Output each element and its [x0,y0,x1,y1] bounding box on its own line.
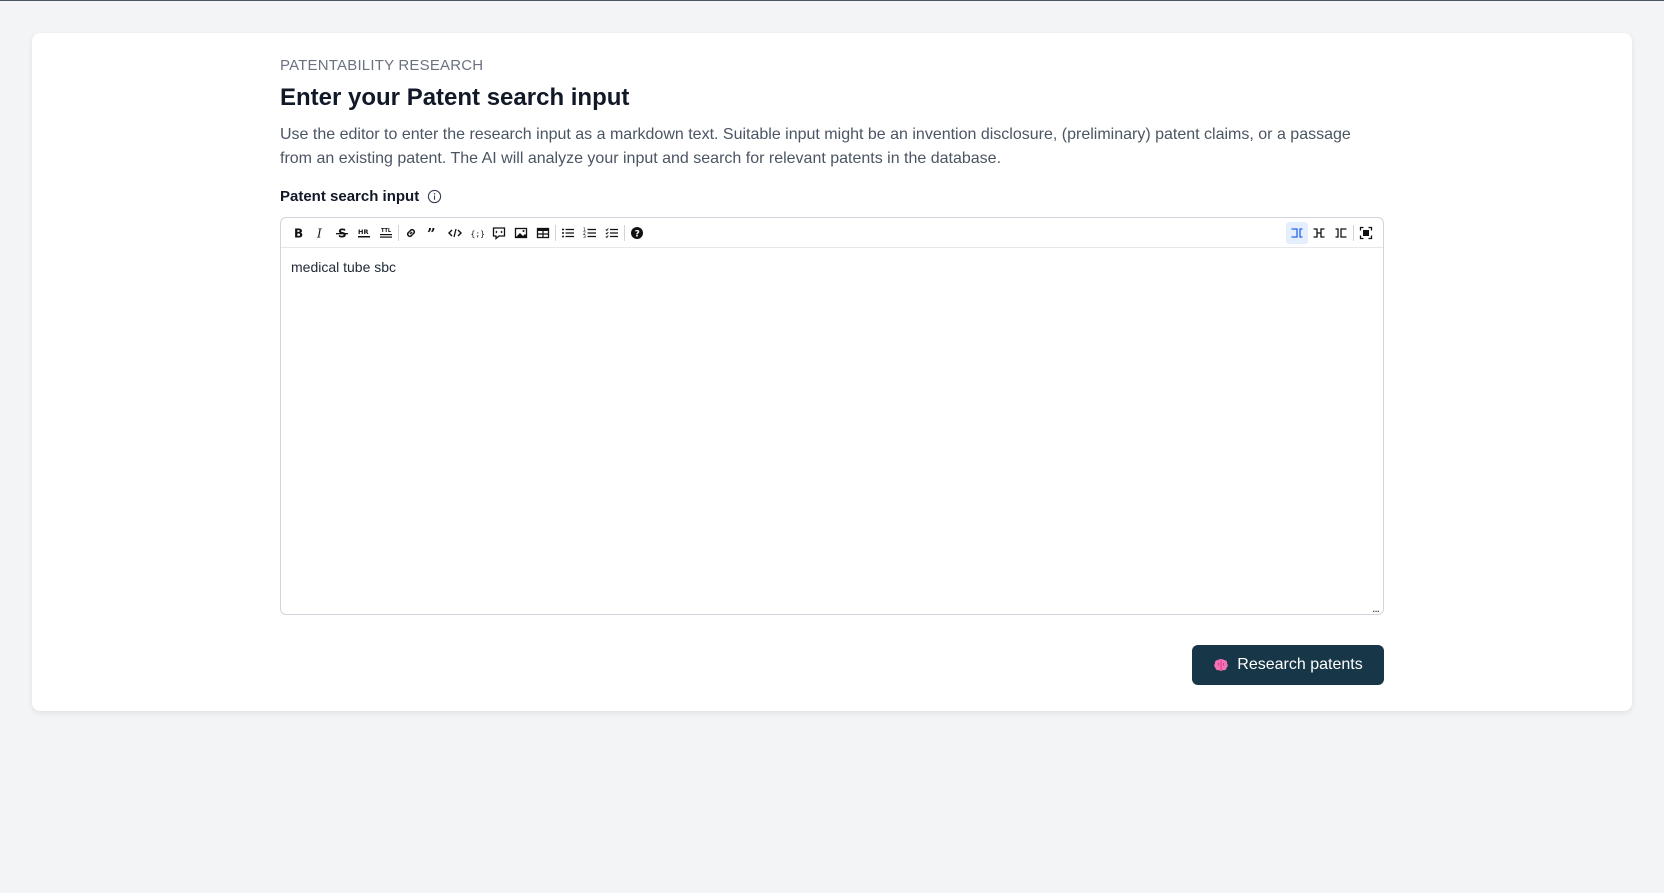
svg-text:HR: HR [358,228,368,236]
comment-icon[interactable] [488,222,510,244]
svg-text:?: ? [635,229,640,239]
svg-text:3: 3 [583,234,586,240]
page-title: Enter your Patent search input [280,84,630,111]
horizontal-rule-icon[interactable]: HR [353,222,375,244]
action-row: Research patents [280,645,1384,685]
research-patents-button[interactable]: Research patents [1192,645,1384,685]
svg-text:”: ” [427,226,436,240]
info-circle-icon[interactable] [427,189,442,204]
research-card: PATENTABILITY RESEARCH Enter your Patent… [32,33,1632,711]
ordered-list-icon[interactable]: 123 [579,222,601,244]
live-mode-icon[interactable] [1308,222,1330,244]
italic-icon[interactable]: I [309,222,331,244]
table-icon[interactable] [532,222,554,244]
svg-text:TTL: TTL [381,228,392,234]
page-description: Use the editor to enter the research inp… [280,126,1351,167]
quote-icon[interactable]: ” [422,222,444,244]
svg-text:{;}: {;} [471,229,485,238]
field-label-row: Patent search input [280,185,1384,207]
strikethrough-icon[interactable]: S [331,222,353,244]
code-block-icon[interactable]: {;} [466,222,488,244]
preview-mode-icon[interactable] [1330,222,1352,244]
toolbar-separator [555,224,556,241]
fullscreen-icon[interactable] [1355,222,1377,244]
toolbar-separator [624,224,625,241]
research-patents-label: Research patents [1237,656,1363,673]
patent-search-input-label: Patent search input [280,187,420,205]
svg-text:I: I [316,226,322,240]
research-form: PATENTABILITY RESEARCH Enter your Patent… [280,57,1384,685]
title-icon[interactable]: TTL [375,222,397,244]
toolbar-separator [398,224,399,241]
editor-toolbar: B I S HR TTL ” {;} 123 ? [281,218,1383,248]
checked-list-icon[interactable] [601,222,623,244]
unordered-list-icon[interactable] [557,222,579,244]
bold-icon[interactable]: B [287,222,309,244]
brain-icon [1213,657,1229,673]
resize-handle[interactable]: ... [1372,602,1380,614]
toolbar-separator [1353,225,1354,241]
help-icon[interactable]: ? [626,222,648,244]
link-icon[interactable] [400,222,422,244]
code-icon[interactable] [444,222,466,244]
top-border-line [0,0,1664,1]
section-eyebrow: PATENTABILITY RESEARCH [280,57,484,74]
editor-mode-toolbar [1286,222,1377,244]
markdown-editor: B I S HR TTL ” {;} 123 ? medical tube sb… [280,217,1384,615]
svg-text:B: B [294,226,303,240]
edit-mode-icon[interactable] [1286,222,1308,244]
image-icon[interactable] [510,222,532,244]
editor-content-area[interactable]: medical tube sbc [281,248,1383,286]
